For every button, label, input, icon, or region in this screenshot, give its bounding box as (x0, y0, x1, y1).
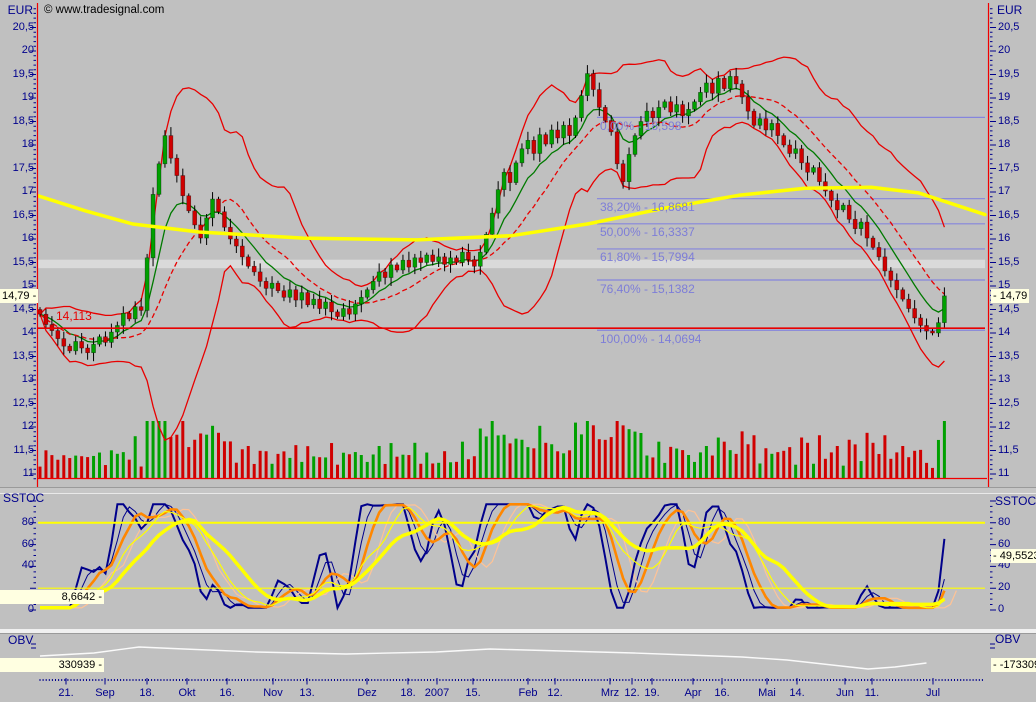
price-axis-left[interactable] (0, 0, 37, 487)
obv-panel-title-right: OBV (995, 632, 1020, 646)
alert-line-label: 14,113 (56, 309, 92, 323)
current-price-label-left: 14,79 - (0, 289, 38, 303)
date-axis[interactable] (0, 676, 1036, 702)
sstoc-panel-title-right: SSTOC (995, 494, 1036, 508)
price-axis-right[interactable] (989, 0, 1036, 487)
obv-panel-title-left: OBV (8, 633, 33, 647)
sstoc-value-label-right: - 49,5523 (991, 549, 1036, 563)
panel-separator[interactable] (0, 629, 1036, 634)
current-price-label-right: - 14,79 (991, 289, 1029, 303)
obv-value-label-left: 330939 - (0, 658, 104, 672)
sstoc-value-label-left: 8,6642 - (0, 590, 104, 604)
chart-canvas[interactable] (0, 0, 1036, 702)
copyright-text: © www.tradesignal.com (44, 4, 164, 16)
price-axis-unit-left: EUR (0, 3, 33, 17)
obv-value-label-right: - -173309 (991, 658, 1036, 672)
tradesignal-chart-window: 20,52019,51918,51817,51716,51615,51514,5… (0, 0, 1036, 702)
panel-separator[interactable] (0, 487, 1036, 494)
sstoc-panel-title-left: SSTOC (3, 491, 44, 505)
price-axis-unit-right: EUR (997, 3, 1022, 17)
